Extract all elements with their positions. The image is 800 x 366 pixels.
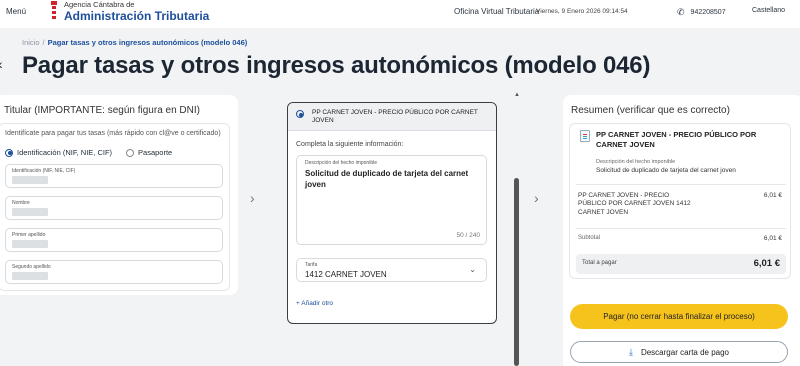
phone-contact[interactable]: ✆ 942208507 xyxy=(677,7,726,18)
chevron-right-icon: › xyxy=(250,190,255,206)
current-date: Viernes, 9 Enero 2026 09:14:54 xyxy=(536,8,628,15)
field-label: Primer apellido xyxy=(12,232,46,238)
logo-title: Administración Tributaria xyxy=(64,8,210,23)
titular-form: Identifícate para pagar tus tasas (más r… xyxy=(0,123,230,291)
segundo-apellido-field[interactable]: Segundo apellido xyxy=(5,260,223,284)
descripcion-value: Solicitud de duplicado de tarjeta del ca… xyxy=(305,169,469,189)
logo-subtitle: Agencia Cántabra de xyxy=(64,0,135,9)
resumen-title: Resumen (verificar que es correcto) xyxy=(571,105,730,116)
radio-pasaporte[interactable]: Pasaporte xyxy=(126,148,172,157)
resumen-card: PP CARNET JOVEN - PRECIO PÚBLICO POR CAR… xyxy=(569,123,791,279)
phone-number: 942208507 xyxy=(690,9,726,16)
nombre-field[interactable]: Nombre xyxy=(5,196,223,220)
subtotal-amount: 6,01 € xyxy=(763,235,782,242)
scroll-up-arrow-icon[interactable]: ▲ xyxy=(514,92,520,98)
lighthouse-icon xyxy=(50,1,58,23)
concepto-card[interactable]: PP CARNET JOVEN - PRECIO PÚBLICO POR CAR… xyxy=(287,102,497,324)
resumen-item-title: PP CARNET JOVEN - PRECIO PÚBLICO POR CAR… xyxy=(596,130,757,149)
add-other-link[interactable]: + Añadir otro xyxy=(296,300,333,307)
radio-selected-icon xyxy=(5,148,13,157)
primer-apellido-field[interactable]: Primer apellido xyxy=(5,228,223,252)
top-bar: Menú Agencia Cántabra de Administración … xyxy=(0,0,800,28)
divider xyxy=(576,228,786,229)
redacted-value xyxy=(12,240,48,248)
concepto-heading: PP CARNET JOVEN - PRECIO PÚBLICO POR CAR… xyxy=(312,109,478,125)
breadcrumb-current: Pagar tasas y otros ingresos autonómicos… xyxy=(47,38,248,47)
total-label: Total a pagar xyxy=(582,260,617,266)
radio-unselected-icon xyxy=(126,148,135,157)
download-icon: ⤓ xyxy=(628,347,633,357)
phone-icon: ✆ xyxy=(677,7,685,17)
scrollbar-thumb[interactable] xyxy=(514,178,519,366)
line-item-amount: 6,01 € xyxy=(763,192,782,199)
titular-title: Titular (IMPORTANTE: según figura en DNI… xyxy=(4,105,200,116)
language-selector[interactable]: Castellano xyxy=(752,7,785,14)
agency-logo[interactable]: Agencia Cántabra de Administración Tribu… xyxy=(50,0,209,23)
chevron-down-icon: ⌄ xyxy=(469,265,476,274)
field-label: Nombre xyxy=(12,200,30,206)
radio-identificacion-label: Identificación (NIF, NIE, CIF) xyxy=(17,148,113,157)
concepto-panel: PP CARNET JOVEN - PRECIO PÚBLICO POR CAR… xyxy=(270,92,510,366)
breadcrumb-home[interactable]: Inicio xyxy=(22,38,40,47)
menu-button[interactable]: Menú xyxy=(6,7,26,16)
line-item-name: PP CARNET JOVEN - PRECIO PÚBLICO POR CAR… xyxy=(578,192,691,216)
resumen-desc-label: Descripción del hecho imponible xyxy=(596,159,676,165)
identify-hint[interactable]: Identifícate para pagar tus tasas (más r… xyxy=(5,130,221,137)
document-icon xyxy=(580,130,590,142)
concepto-header[interactable]: PP CARNET JOVEN - PRECIO PÚBLICO POR CAR… xyxy=(288,103,496,131)
oficina-virtual-link[interactable]: Oficina Virtual Tributaria xyxy=(454,7,539,16)
breadcrumb-separator: / xyxy=(42,38,45,47)
concepto-subheading: Completa la siguiente información: xyxy=(296,141,404,148)
radio-pasaporte-label: Pasaporte xyxy=(138,148,173,157)
radio-selected-icon xyxy=(296,110,304,118)
subtotal-label: Subtotal xyxy=(578,235,601,241)
descripcion-textarea[interactable]: Descripción del hecho imponible Solicitu… xyxy=(296,155,487,245)
page-title: Pagar tasas y otros ingresos autonómicos… xyxy=(22,52,651,79)
identificacion-field[interactable]: Identificación (NIF, NIE, CIF) xyxy=(5,164,223,188)
download-carta-button[interactable]: ⤓ Descargar carta de pago xyxy=(570,341,788,363)
descripcion-label: Descripción del hecho imponible xyxy=(305,160,377,166)
divider xyxy=(576,184,786,185)
pay-button[interactable]: Pagar (no cerrar hasta finalizar el proc… xyxy=(570,304,788,329)
breadcrumb: Inicio / Pagar tasas y otros ingresos auto… xyxy=(22,38,247,47)
total-box: Total a pagar 6,01 € xyxy=(576,254,786,274)
radio-identificacion[interactable]: Identificación (NIF, NIE, CIF) xyxy=(5,148,112,157)
tarifa-select[interactable]: Tarifa 1412 CARNET JOVEN ⌄ xyxy=(296,258,487,282)
char-counter: 50 / 240 xyxy=(456,232,481,239)
redacted-value xyxy=(12,176,48,184)
resumen-desc-value: Solicitud de duplicado de tarjeta del ca… xyxy=(596,167,736,174)
chevron-right-icon: › xyxy=(534,190,539,206)
field-label: Segundo apellido xyxy=(12,264,51,270)
redacted-value xyxy=(12,272,48,280)
total-amount: 6,01 € xyxy=(753,258,780,269)
titular-panel: Titular (IMPORTANTE: según figura en DNI… xyxy=(0,95,238,295)
tarifa-label: Tarifa xyxy=(305,262,318,268)
tarifa-value: 1412 CARNET JOVEN xyxy=(305,270,387,279)
redacted-value xyxy=(12,208,48,216)
field-label: Identificación (NIF, NIE, CIF) xyxy=(12,168,76,174)
back-chevron-icon[interactable]: ‹ xyxy=(0,56,3,72)
download-label: Descargar carta de pago xyxy=(640,348,730,357)
